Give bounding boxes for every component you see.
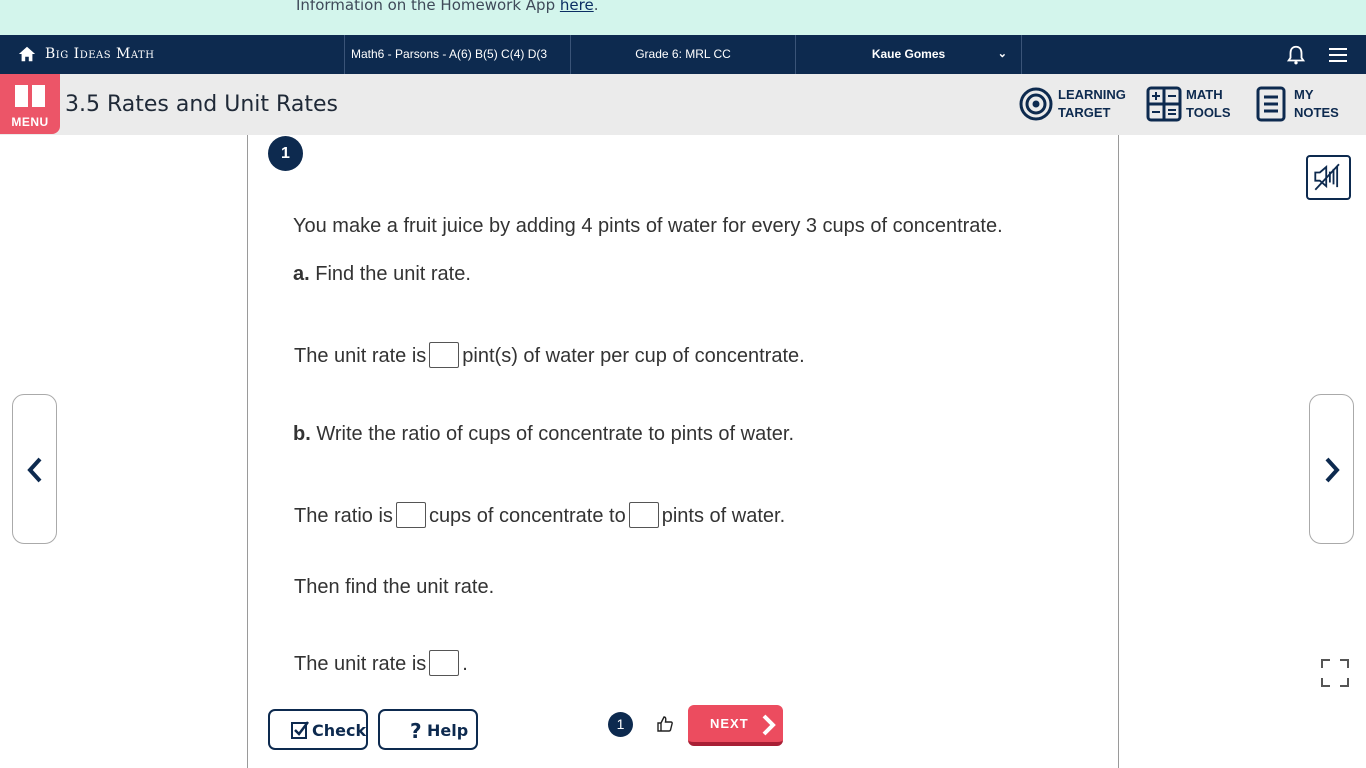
part-a-answer-line: The unit rate is pint(s) of water per cup… xyxy=(294,342,805,368)
chevron-left-icon xyxy=(27,457,42,483)
question-prompt: You make a fruit juice by adding 4 pints… xyxy=(293,215,1003,237)
then-instruction: Then find the unit rate. xyxy=(294,576,495,598)
class-selector[interactable]: Math6 - Parsons - A(6) B(5) C(4) D(3 xyxy=(344,35,570,74)
top-nav: Big Ideas Math Math6 - Parsons - A(6) B(… xyxy=(0,35,1366,74)
page-indicator[interactable]: 1 xyxy=(608,712,633,737)
unit-rate-input-a[interactable] xyxy=(429,342,460,368)
part-b-text: Write the ratio of cups of concentrate t… xyxy=(316,423,794,445)
learning-target-label: LEARNING TARGET xyxy=(1058,87,1126,120)
answer-text: . xyxy=(462,653,468,675)
answer-text: The ratio is xyxy=(294,505,393,527)
next-button[interactable]: NEXT xyxy=(688,705,783,746)
part-a-text: Find the unit rate. xyxy=(315,263,471,285)
part-a-heading: a. Find the unit rate. xyxy=(293,263,471,286)
brand-logo[interactable]: Big Ideas Math xyxy=(45,46,154,62)
answer-text: The unit rate is xyxy=(294,653,427,675)
bell-icon[interactable] xyxy=(1285,44,1307,66)
unit-rate-input-b[interactable] xyxy=(429,650,460,676)
my-notes-label: MY NOTES xyxy=(1294,87,1339,120)
help-label: Help xyxy=(427,721,469,740)
chevron-down-icon: ⌄ xyxy=(997,48,1007,60)
hamburger-icon[interactable] xyxy=(1328,47,1348,63)
book-icon xyxy=(15,85,45,107)
chevron-right-icon xyxy=(762,714,776,736)
user-name: Kaue Gomes xyxy=(871,47,946,61)
menu-button[interactable]: MENU xyxy=(0,74,60,134)
audio-toggle-button[interactable] xyxy=(1306,155,1351,200)
answer-text: pint(s) of water per cup of concentrate. xyxy=(462,345,805,367)
target-icon xyxy=(1019,87,1053,121)
next-label: NEXT xyxy=(710,716,749,731)
speaker-muted-icon xyxy=(1314,163,1340,191)
previous-question-button[interactable] xyxy=(12,394,57,544)
check-label: Check xyxy=(312,721,367,740)
banner-tail: . xyxy=(593,0,599,14)
check-button[interactable]: Check xyxy=(268,709,368,750)
answer-text: pints of water. xyxy=(661,505,786,527)
checkbox-icon xyxy=(291,721,309,739)
banner-message: Information on the Homework App here. xyxy=(296,0,598,14)
menu-label: MENU xyxy=(11,115,49,129)
part-b-label: b. xyxy=(293,423,311,445)
ratio-answer-line: The ratio is cups of concentrate to pints … xyxy=(294,502,785,528)
answer-text: cups of concentrate to xyxy=(428,505,626,527)
answer-text: The unit rate is xyxy=(294,345,427,367)
cups-input[interactable] xyxy=(395,502,426,528)
user-menu[interactable]: Kaue Gomes ⌄ xyxy=(795,35,1021,74)
next-question-button[interactable] xyxy=(1309,394,1354,544)
banner-link[interactable]: here xyxy=(560,0,594,14)
pints-input[interactable] xyxy=(628,502,659,528)
help-button[interactable]: ? Help xyxy=(378,709,478,750)
home-icon[interactable] xyxy=(18,45,36,63)
lesson-title: 3.5 Rates and Unit Rates xyxy=(65,92,338,117)
thumbs-up-icon[interactable] xyxy=(656,715,674,733)
nav-divider xyxy=(1021,35,1022,74)
final-answer-line: The unit rate is. xyxy=(294,650,468,676)
calculator-icon xyxy=(1146,86,1182,122)
chevron-right-icon xyxy=(1325,457,1340,483)
part-b-heading: b. Write the ratio of cups of concentrat… xyxy=(293,423,794,446)
notice-banner: Information on the Homework App here. xyxy=(0,0,1366,35)
grade-selector[interactable]: Grade 6: MRL CC xyxy=(570,35,795,74)
banner-text: Information on the Homework App xyxy=(296,0,560,14)
fullscreen-icon[interactable] xyxy=(1320,658,1350,688)
part-a-label: a. xyxy=(293,263,310,285)
notes-icon xyxy=(1256,86,1286,122)
question-number-badge: 1 xyxy=(268,136,303,171)
